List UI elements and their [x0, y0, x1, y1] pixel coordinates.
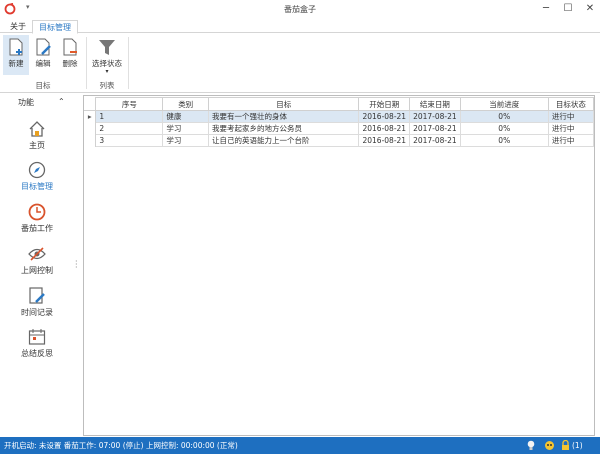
cell-status: 进行中 [547, 134, 595, 147]
cell-start-date: 2016-08-21 [358, 110, 411, 123]
cell-progress: 0% [459, 110, 549, 123]
delete-document-icon [63, 38, 77, 56]
column-header-goal[interactable]: 目标 [208, 97, 360, 111]
sidebar-item-goal-management[interactable]: 目标管理 [4, 161, 70, 192]
minimize-button[interactable]: ─ [536, 2, 556, 16]
sidebar: 功能 ⌃ 主页 目标管理 番茄工作 上网控制 时间记录 总结反思 · · · [0, 93, 80, 435]
calendar-icon [28, 329, 46, 345]
cell-category: 健康 [162, 110, 210, 123]
goal-grid: 序号 类别 目标 开始日期 结束日期 当前进度 目标状态 ▸ 1 健康 我要有一… [83, 95, 595, 436]
cell-goal: 让自己的英语能力上一个台阶 [208, 134, 360, 147]
eye-blocked-icon [28, 247, 46, 261]
cell-start-date: 2016-08-21 [358, 134, 411, 147]
sidebar-title: 功能 [18, 98, 34, 107]
edit-button-label: 编辑 [35, 59, 51, 68]
cell-category: 学习 [162, 134, 210, 147]
status-bar: 开机启动: 未设置 番茄工作: 07:00 (停止) 上网控制: 00:00:0… [0, 437, 600, 454]
ribbon: 新建 编辑 删除 目标 选择状态 ▾ 列表 [0, 33, 600, 93]
sidebar-item-time-record[interactable]: 时间记录 [4, 287, 70, 318]
window-title: 番茄盒子 [284, 5, 316, 14]
cell-index: 3 [95, 134, 164, 147]
cell-goal: 我要考起家乡的地方公务员 [208, 122, 360, 135]
close-button[interactable]: ✕ [580, 2, 600, 16]
table-row[interactable]: 3 学习 让自己的英语能力上一个台阶 2016-08-21 2017-08-21… [84, 134, 595, 147]
sidebar-item-label: 目标管理 [21, 182, 53, 191]
table-row[interactable]: ▸ 1 健康 我要有一个强壮的身体 2016-08-21 2017-08-21 … [84, 110, 595, 123]
cell-index: 2 [95, 122, 164, 135]
sidebar-item-label: 时间记录 [21, 308, 53, 317]
row-indicator [84, 134, 97, 147]
table-header: 序号 类别 目标 开始日期 结束日期 当前进度 目标状态 [84, 97, 595, 111]
cell-status: 进行中 [547, 122, 595, 135]
cell-status: 进行中 [547, 110, 595, 123]
filter-icon [99, 40, 115, 55]
lock-icon[interactable] [561, 440, 570, 451]
sidebar-item-home[interactable]: 主页 [4, 120, 70, 151]
cell-progress: 0% [459, 134, 549, 147]
time-record-icon [29, 287, 45, 304]
delete-button-label: 删除 [62, 59, 78, 68]
select-status-button[interactable]: 选择状态 ▾ [89, 35, 125, 77]
sidebar-item-label: 番茄工作 [21, 224, 53, 233]
group-divider [128, 37, 129, 89]
sidebar-item-label: 上网控制 [21, 266, 53, 275]
edit-document-icon [36, 38, 51, 56]
group-label-goal: 目标 [35, 81, 51, 90]
title-bar: ▾ 番茄盒子 ─ ☐ ✕ [0, 0, 600, 18]
row-indicator-header [84, 97, 97, 111]
cell-category: 学习 [162, 122, 210, 135]
mask-icon[interactable] [544, 440, 555, 451]
cell-start-date: 2016-08-21 [358, 122, 411, 135]
tab-about[interactable]: 关于 [4, 20, 32, 34]
column-header-index[interactable]: 序号 [95, 97, 164, 111]
dropdown-arrow-icon: ▾ [105, 68, 109, 75]
sidebar-item-internet-control[interactable]: 上网控制 [4, 245, 70, 276]
ribbon-tabs: 关于 目标管理 [0, 18, 600, 34]
new-document-icon [9, 38, 23, 56]
table-row[interactable]: 2 学习 我要考起家乡的地方公务员 2016-08-21 2017-08-21 … [84, 122, 595, 135]
column-header-end-date[interactable]: 结束日期 [409, 97, 461, 111]
lightbulb-icon[interactable] [527, 440, 535, 451]
sidebar-item-pomodoro[interactable]: 番茄工作 [4, 203, 70, 234]
cell-progress: 0% [459, 122, 549, 135]
cell-goal: 我要有一个强壮的身体 [208, 110, 360, 123]
sidebar-item-label: 总结反思 [21, 349, 53, 358]
group-label-list: 列表 [99, 81, 115, 90]
group-divider [86, 37, 87, 89]
cell-end-date: 2017-08-21 [409, 110, 461, 123]
delete-button[interactable]: 删除 [57, 35, 83, 75]
row-indicator [84, 122, 97, 135]
select-status-label: 选择状态 [92, 59, 122, 68]
column-header-start-date[interactable]: 开始日期 [358, 97, 411, 111]
cell-end-date: 2017-08-21 [409, 134, 461, 147]
column-header-progress[interactable]: 当前进度 [459, 97, 549, 111]
home-icon [29, 121, 45, 137]
tab-goal-management[interactable]: 目标管理 [32, 20, 78, 34]
status-text: 开机启动: 未设置 番茄工作: 07:00 (停止) 上网控制: 00:00:0… [4, 441, 238, 450]
column-header-category[interactable]: 类别 [162, 97, 210, 111]
compass-icon [28, 161, 46, 179]
sidebar-item-summary[interactable]: 总结反思 [4, 328, 70, 359]
lock-count: (1) [572, 441, 583, 450]
new-button-label: 新建 [8, 59, 24, 68]
cell-end-date: 2017-08-21 [409, 122, 461, 135]
cell-index: 1 [95, 110, 164, 123]
sidebar-item-label: 主页 [29, 141, 45, 150]
collapse-icon[interactable]: ⌃ [58, 97, 65, 106]
edit-button[interactable]: 编辑 [30, 35, 56, 75]
column-header-status[interactable]: 目标状态 [547, 97, 595, 111]
new-button[interactable]: 新建 [3, 35, 29, 75]
goal-table: 序号 类别 目标 开始日期 结束日期 当前进度 目标状态 ▸ 1 健康 我要有一… [84, 97, 595, 147]
splitter-handle[interactable]: · · · [75, 258, 78, 272]
row-indicator-icon: ▸ [84, 110, 97, 123]
maximize-button[interactable]: ☐ [558, 2, 578, 16]
clock-icon [28, 203, 46, 221]
